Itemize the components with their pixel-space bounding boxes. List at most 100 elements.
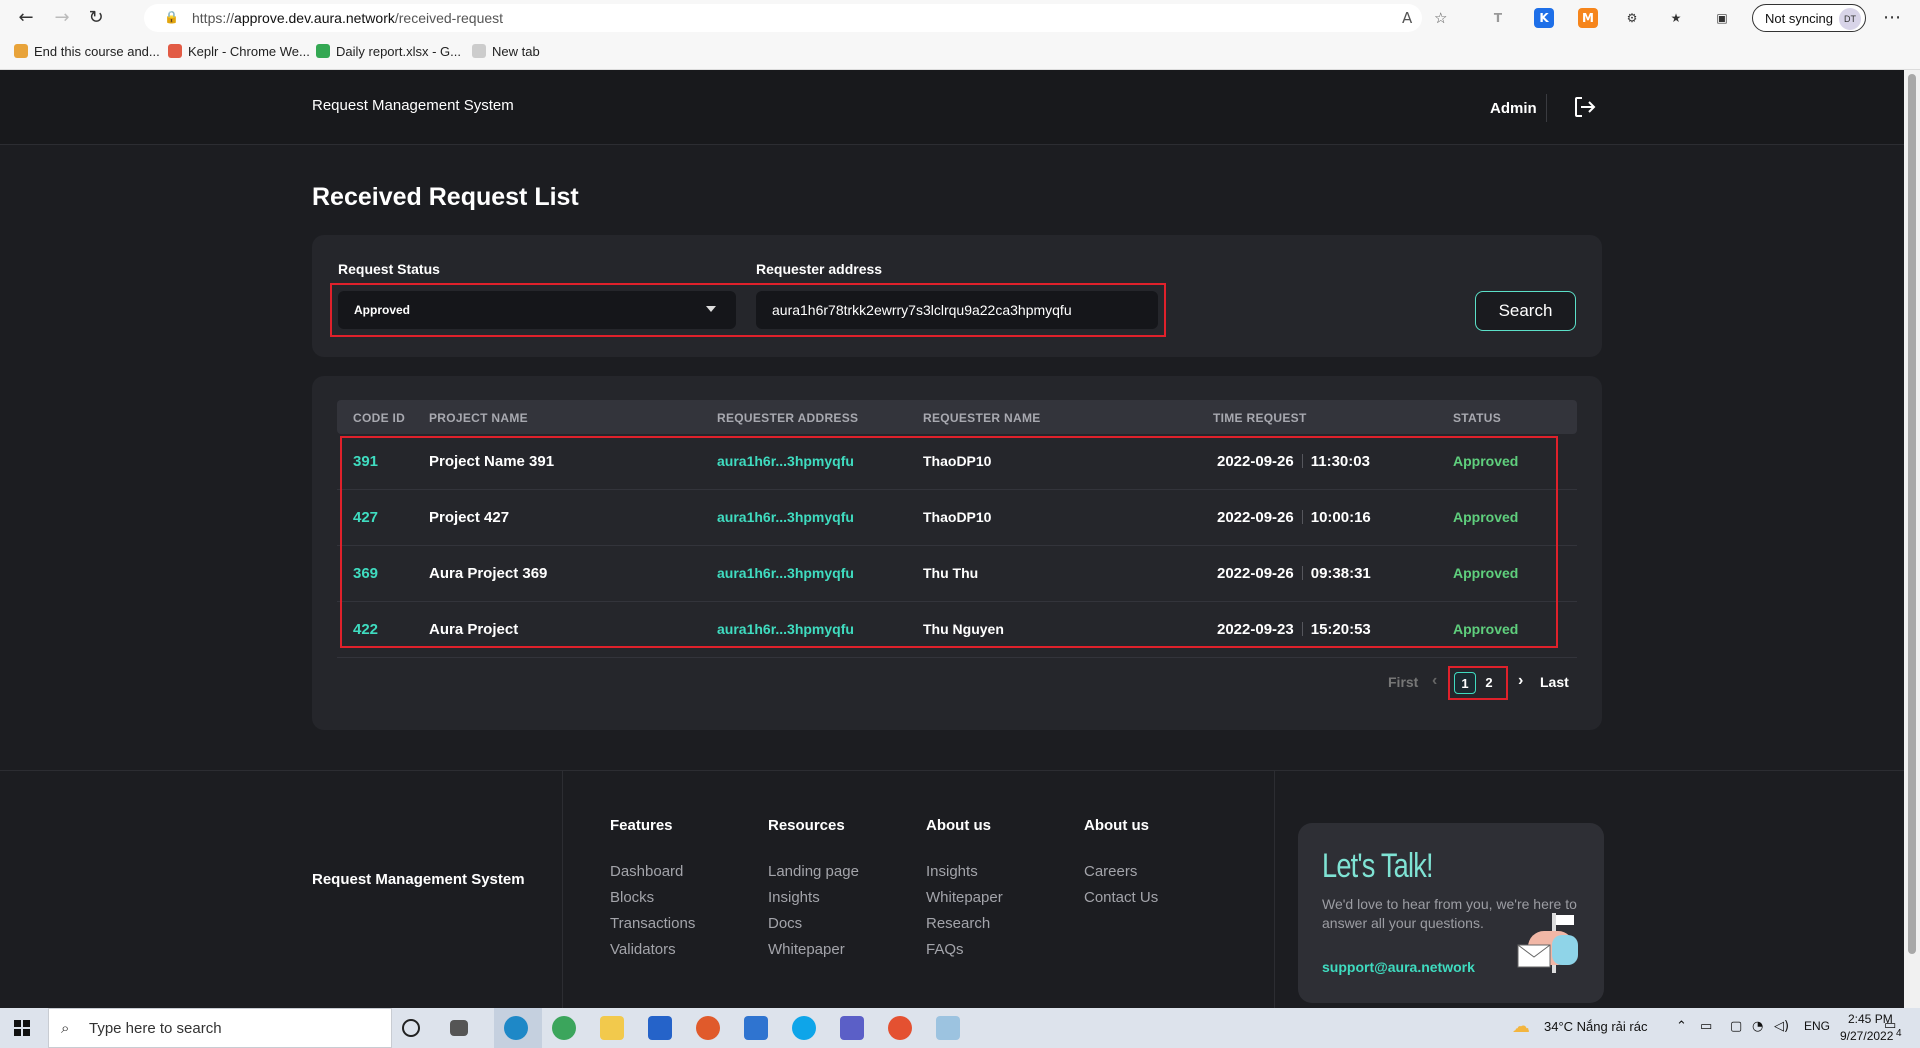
firefox-icon[interactable]	[696, 1016, 720, 1040]
logout-icon[interactable]	[1572, 94, 1598, 120]
file-explorer-icon[interactable]	[600, 1016, 624, 1040]
favorites-icon[interactable]: ★	[1666, 8, 1686, 28]
footer-link[interactable]: Landing page	[768, 863, 859, 880]
browser-toolbar: ← → ↻ 🔒 https://approve.dev.aura.network…	[0, 0, 1920, 36]
footer-link[interactable]: Insights	[768, 889, 820, 906]
language-indicator[interactable]: ENG	[1804, 1019, 1830, 1033]
network-icon[interactable]: ▭	[1700, 1019, 1712, 1034]
column-header: PROJECT NAME	[429, 411, 528, 425]
keplr-extension-icon[interactable]: K	[1534, 8, 1554, 28]
taskbar-search-box[interactable]: ⌕ Type here to search	[48, 1008, 392, 1048]
footer-link[interactable]: Careers	[1084, 863, 1137, 880]
lock-icon: 🔒	[164, 10, 179, 24]
mail-icon[interactable]	[744, 1016, 768, 1040]
search-icon: ⌕	[61, 1019, 70, 1037]
sync-button[interactable]: Not syncing DT	[1752, 4, 1866, 32]
header-divider	[1546, 94, 1547, 122]
volume-icon[interactable]: ◁)	[1774, 1019, 1789, 1034]
site-footer: Request Management System Features Dashb…	[0, 770, 1904, 1008]
bookmark-item[interactable]: End this course and...	[14, 44, 160, 59]
app-icon[interactable]	[936, 1016, 960, 1040]
app-title[interactable]: Request Management System	[312, 97, 514, 114]
weather-text[interactable]: 34°C Nắng rải rác	[1544, 1019, 1647, 1034]
footer-divider	[1274, 771, 1275, 1008]
favorite-icon[interactable]: ☆	[1434, 9, 1447, 27]
address-bar[interactable]: 🔒 https://approve.dev.aura.network/recei…	[144, 4, 1447, 32]
chevron-right-icon[interactable]: ›	[1518, 672, 1523, 690]
footer-column-title: About us	[926, 817, 991, 834]
table-header: CODE ID PROJECT NAME REQUESTER ADDRESS R…	[337, 400, 1577, 434]
column-header: REQUESTER ADDRESS	[717, 411, 859, 425]
footer-divider	[562, 771, 563, 1008]
support-email-link[interactable]: support@aura.network	[1322, 959, 1475, 975]
bookmarks-bar: End this course and... Keplr - Chrome We…	[0, 36, 1920, 70]
notification-count: 4	[1896, 1028, 1902, 1039]
user-name: Admin	[1490, 100, 1537, 117]
footer-link[interactable]: Whitepaper	[768, 941, 845, 958]
bookmark-item[interactable]: Daily report.xlsx - G...	[316, 44, 461, 59]
highlight-box	[340, 436, 1558, 648]
skype-icon[interactable]	[792, 1016, 816, 1040]
filter-panel: Request Status Requester address Approve…	[312, 235, 1602, 357]
bookmark-item[interactable]: Keplr - Chrome We...	[168, 44, 310, 59]
more-menu-icon[interactable]: ⋯	[1880, 6, 1904, 30]
metamask-extension-icon[interactable]: M	[1578, 8, 1598, 28]
windows-start-icon[interactable]	[14, 1020, 30, 1036]
lets-talk-title: Let's Talk!	[1322, 847, 1434, 885]
store-icon[interactable]	[648, 1016, 672, 1040]
chevron-left-icon[interactable]: ‹	[1432, 672, 1437, 690]
footer-column-title: Resources	[768, 817, 845, 834]
scrollbar-thumb[interactable]	[1908, 74, 1916, 954]
chevron-up-icon[interactable]: ⌃	[1676, 1019, 1687, 1034]
column-header: STATUS	[1453, 411, 1502, 425]
page-scrollbar[interactable]	[1904, 70, 1920, 1008]
footer-link[interactable]: Whitepaper	[926, 889, 1003, 906]
footer-link[interactable]: FAQs	[926, 941, 964, 958]
wifi-icon[interactable]: ◔	[1752, 1019, 1763, 1034]
footer-column-title: Features	[610, 817, 673, 834]
extensions-icon[interactable]: ⚙	[1622, 8, 1642, 28]
lets-talk-card: Let's Talk! We'd love to hear from you, …	[1298, 823, 1604, 1003]
pagination-first[interactable]: First	[1388, 674, 1418, 690]
footer-link[interactable]: Validators	[610, 941, 676, 958]
edge-icon[interactable]	[504, 1016, 528, 1040]
notifications-icon[interactable]: ▭	[1884, 1018, 1896, 1033]
site-header: Request Management System Admin	[0, 70, 1904, 145]
collections-icon[interactable]: ▣	[1712, 8, 1732, 28]
footer-link[interactable]: Transactions	[610, 915, 695, 932]
refresh-icon[interactable]: ↻	[84, 6, 108, 30]
footer-link[interactable]: Dashboard	[610, 863, 683, 880]
app-icon[interactable]	[888, 1016, 912, 1040]
column-header: CODE ID	[353, 411, 406, 425]
highlight-box	[1448, 666, 1508, 700]
request-table: CODE ID PROJECT NAME REQUESTER ADDRESS R…	[312, 376, 1602, 730]
highlight-box	[330, 283, 1166, 337]
read-aloud-icon[interactable]: A	[1402, 9, 1412, 27]
footer-column-title: About us	[1084, 817, 1149, 834]
page-title: Received Request List	[312, 183, 579, 211]
display-icon[interactable]: ▢	[1730, 1019, 1742, 1034]
footer-link[interactable]: Research	[926, 915, 990, 932]
column-header: TIME REQUEST	[1213, 411, 1307, 425]
search-button[interactable]: Search	[1475, 291, 1576, 331]
windows-taskbar: ⌕ Type here to search ☁ 34°C Nắng rải rá…	[0, 1008, 1920, 1048]
screen: ← → ↻ 🔒 https://approve.dev.aura.network…	[0, 0, 1920, 1048]
footer-link[interactable]: Insights	[926, 863, 978, 880]
weather-icon[interactable]: ☁	[1512, 1016, 1530, 1037]
pagination-last[interactable]: Last	[1540, 674, 1569, 690]
forward-icon[interactable]: →	[50, 6, 74, 30]
back-icon[interactable]: ←	[14, 6, 38, 30]
bookmark-item[interactable]: New tab	[472, 44, 540, 59]
teams-icon[interactable]	[840, 1016, 864, 1040]
chrome-icon[interactable]	[552, 1016, 576, 1040]
footer-link[interactable]: Contact Us	[1084, 889, 1158, 906]
cortana-icon[interactable]	[402, 1019, 420, 1037]
profile-avatar: DT	[1839, 8, 1861, 30]
task-view-icon[interactable]	[450, 1020, 468, 1036]
column-header: REQUESTER NAME	[923, 411, 1041, 425]
footer-link[interactable]: Blocks	[610, 889, 654, 906]
translate-extension-icon[interactable]: T	[1488, 8, 1508, 28]
page: Request Management System Admin Received…	[0, 70, 1904, 1008]
status-label: Request Status	[338, 261, 440, 277]
footer-link[interactable]: Docs	[768, 915, 802, 932]
